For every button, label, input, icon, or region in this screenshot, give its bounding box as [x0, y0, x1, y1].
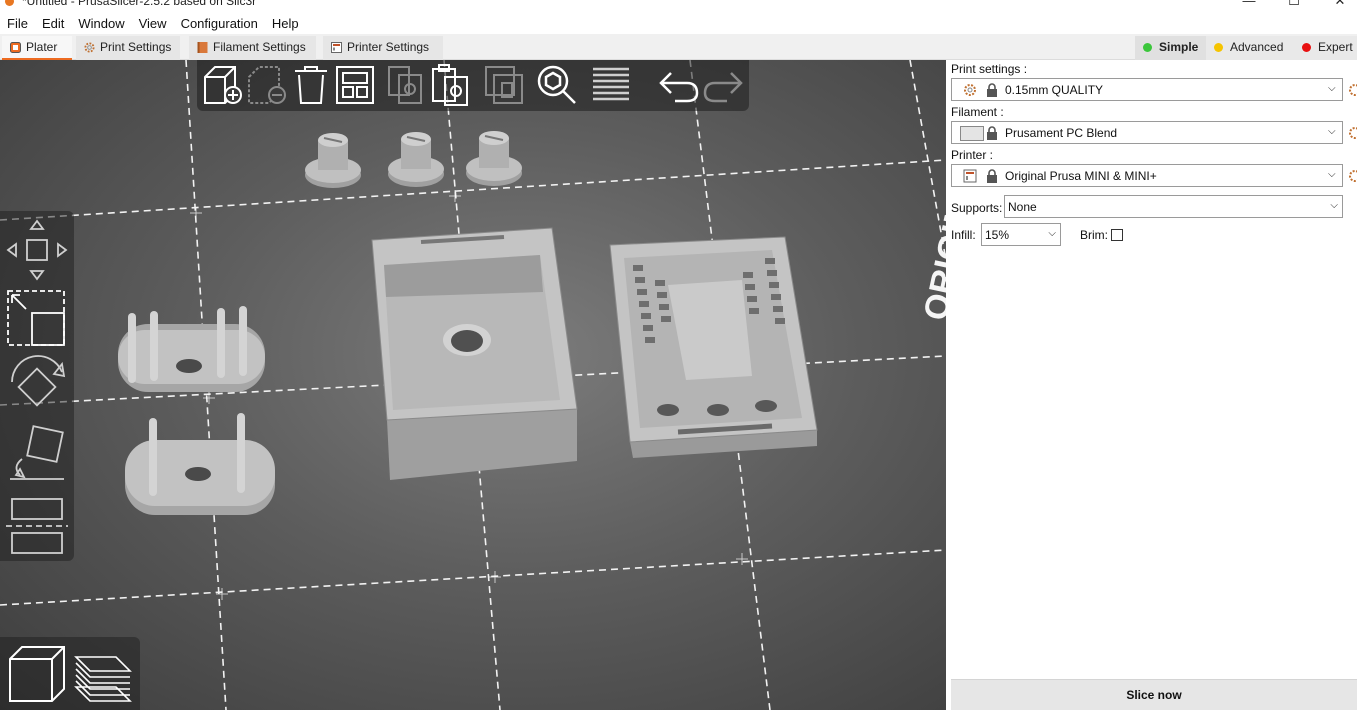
arrange-icon[interactable] [333, 63, 377, 107]
printer-icon [331, 42, 342, 53]
clip-model[interactable] [125, 413, 275, 515]
tab-printer-settings[interactable]: Printer Settings [323, 36, 443, 60]
brim-checkbox[interactable] [1111, 229, 1123, 241]
chevron-down-icon: ⌵ [1048, 228, 1056, 239]
tab-printer-settings-label: Printer Settings [347, 40, 430, 54]
print-bed-scene[interactable]: ORIGINAL PRUSA M [0, 60, 946, 710]
mode-advanced-button[interactable]: Advanced [1206, 36, 1295, 60]
filament-combo[interactable]: Prusament PC Blend ⌵ [951, 121, 1343, 144]
clip-model[interactable] [118, 306, 265, 392]
chevron-down-icon: ⌵ [1328, 126, 1336, 137]
gear-icon [964, 84, 976, 96]
green-dot-icon [1143, 43, 1152, 52]
plater-icon [10, 42, 21, 53]
mode-expert-button[interactable]: Expert [1294, 36, 1357, 60]
supports-value: None [1008, 200, 1037, 214]
chevron-down-icon: ⌵ [1330, 200, 1338, 211]
minimize-button[interactable]: — [1229, 0, 1269, 10]
layers-editing-icon[interactable] [589, 63, 633, 107]
filament-color-swatch[interactable] [960, 126, 984, 141]
lock-icon [987, 83, 997, 97]
search-icon[interactable] [535, 63, 579, 107]
redo-icon[interactable] [701, 63, 745, 107]
left-gizmo-toolbar [0, 211, 74, 561]
undo-icon[interactable] [657, 63, 701, 107]
spool-icon [197, 42, 208, 53]
maximize-button[interactable]: ☐ [1274, 0, 1314, 10]
peg-model[interactable] [388, 132, 444, 187]
enclosure-base-model[interactable] [371, 227, 578, 480]
menu-view[interactable]: View [132, 14, 174, 34]
rotate-icon[interactable] [4, 354, 70, 416]
lock-icon [987, 169, 997, 183]
tab-plater[interactable]: Plater [2, 36, 72, 60]
tab-print-settings-label: Print Settings [100, 40, 172, 54]
add-icon[interactable] [201, 63, 245, 107]
brim-label: Brim: [1080, 228, 1108, 242]
mode-advanced-label: Advanced [1230, 40, 1284, 54]
mode-expert-label: Expert [1318, 40, 1353, 54]
peg-model[interactable] [305, 133, 361, 188]
tab-filament-settings[interactable]: Filament Settings [189, 36, 316, 60]
chevron-down-icon: ⌵ [1328, 169, 1336, 180]
enclosure-lid-model[interactable] [609, 236, 818, 458]
printer-label: Printer : [951, 148, 994, 162]
close-button[interactable]: ✕ [1320, 0, 1357, 10]
delete-icon[interactable] [245, 63, 289, 107]
menu-file[interactable]: File [0, 14, 35, 34]
menu-help[interactable]: Help [265, 14, 306, 34]
chevron-down-icon: ⌵ [1328, 83, 1336, 94]
tab-filament-settings-label: Filament Settings [213, 40, 306, 54]
menu-window[interactable]: Window [71, 14, 131, 34]
prusaslicer-logo-icon [5, 0, 14, 6]
paste-icon[interactable] [427, 63, 471, 107]
scale-icon[interactable] [4, 287, 70, 349]
tab-print-settings[interactable]: Print Settings [76, 36, 180, 60]
view-mode-toggle [0, 637, 140, 710]
infill-combo[interactable]: 15% ⌵ [981, 223, 1061, 246]
bed-logo-text: ORIGINAL PRUSA M [917, 60, 946, 324]
delete-all-icon[interactable] [289, 63, 333, 107]
copy-icon[interactable] [383, 63, 427, 107]
lock-icon [987, 126, 997, 140]
mode-simple-label: Simple [1159, 40, 1199, 54]
print-settings-value: 0.15mm QUALITY [1005, 83, 1104, 97]
gear-icon [84, 42, 95, 53]
window-title: *Untitled - PrusaSlicer-2.5.2 based on S… [22, 0, 257, 8]
preview-layers-icon[interactable] [72, 643, 134, 705]
3d-view-icon[interactable] [6, 643, 68, 705]
peg-model[interactable] [466, 131, 522, 186]
print-settings-label: Print settings : [951, 62, 1028, 76]
top-toolbar [197, 60, 749, 111]
move-icon[interactable] [4, 217, 70, 283]
edit-preset-gear-icon[interactable] [1347, 83, 1357, 97]
print-settings-combo[interactable]: 0.15mm QUALITY ⌵ [951, 78, 1343, 101]
instances-icon[interactable] [482, 63, 526, 107]
menu-configuration[interactable]: Configuration [174, 14, 265, 34]
place-on-face-icon[interactable] [4, 423, 70, 485]
3d-viewport[interactable]: ORIGINAL PRUSA M [0, 60, 946, 710]
edit-preset-gear-icon[interactable] [1347, 169, 1357, 183]
printer-value: Original Prusa MINI & MINI+ [1005, 169, 1157, 183]
settings-sidebar: Print settings : 0.15mm QUALITY ⌵ Filame… [946, 60, 1357, 710]
tab-bar: Plater Print Settings Filament Settings … [0, 34, 1357, 60]
printer-combo[interactable]: Original Prusa MINI & MINI+ ⌵ [951, 164, 1343, 187]
printer-icon [963, 169, 977, 183]
supports-combo[interactable]: None ⌵ [1004, 195, 1343, 218]
slice-now-button[interactable]: Slice now [951, 679, 1357, 710]
cut-icon[interactable] [4, 493, 70, 559]
filament-label: Filament : [951, 105, 1004, 119]
tab-plater-label: Plater [26, 40, 58, 54]
infill-label: Infill: [951, 228, 976, 242]
title-bar: *Untitled - PrusaSlicer-2.5.2 based on S… [0, 0, 1357, 12]
infill-value: 15% [985, 228, 1010, 242]
edit-preset-gear-icon[interactable] [1347, 126, 1357, 140]
red-dot-icon [1302, 43, 1311, 52]
filament-value: Prusament PC Blend [1005, 126, 1118, 140]
menu-edit[interactable]: Edit [35, 14, 71, 34]
mode-simple-button[interactable]: Simple [1135, 36, 1206, 60]
menu-bar: File Edit Window View Configuration Help [0, 14, 1357, 34]
yellow-dot-icon [1214, 43, 1223, 52]
supports-label: Supports: [951, 201, 1003, 215]
